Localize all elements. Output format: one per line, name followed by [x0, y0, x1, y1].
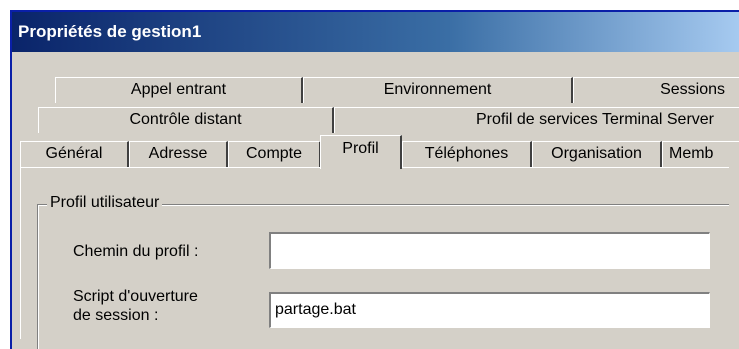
- tab-profil[interactable]: Profil: [320, 135, 402, 169]
- profile-path-field[interactable]: [269, 232, 710, 269]
- tab-sessions[interactable]: Sessions: [573, 77, 739, 103]
- groupbox-legend: Profil utilisateur: [47, 192, 163, 214]
- tab-membre[interactable]: Memb: [662, 141, 739, 168]
- window-title: Propriétés de gestion1: [12, 12, 739, 52]
- logon-script-field[interactable]: partage.bat: [269, 292, 710, 328]
- tab-appel-entrant[interactable]: Appel entrant: [55, 77, 303, 103]
- tab-profil-services-terminal-server[interactable]: Profil de services Terminal Server: [334, 107, 739, 133]
- tab-general[interactable]: Général: [20, 141, 129, 168]
- tab-controle-distant[interactable]: Contrôle distant: [38, 107, 334, 133]
- profile-path-label: Chemin du profil :: [73, 243, 199, 260]
- logon-script-label-line1: Script d'ouverture: [73, 288, 198, 305]
- logon-script-label-line2: de session :: [73, 307, 159, 324]
- tab-telephones[interactable]: Téléphones: [402, 141, 532, 168]
- tab-organisation[interactable]: Organisation: [532, 141, 662, 168]
- tab-environnement[interactable]: Environnement: [303, 77, 573, 103]
- tab-compte[interactable]: Compte: [228, 141, 321, 168]
- tab-adresse[interactable]: Adresse: [129, 141, 228, 168]
